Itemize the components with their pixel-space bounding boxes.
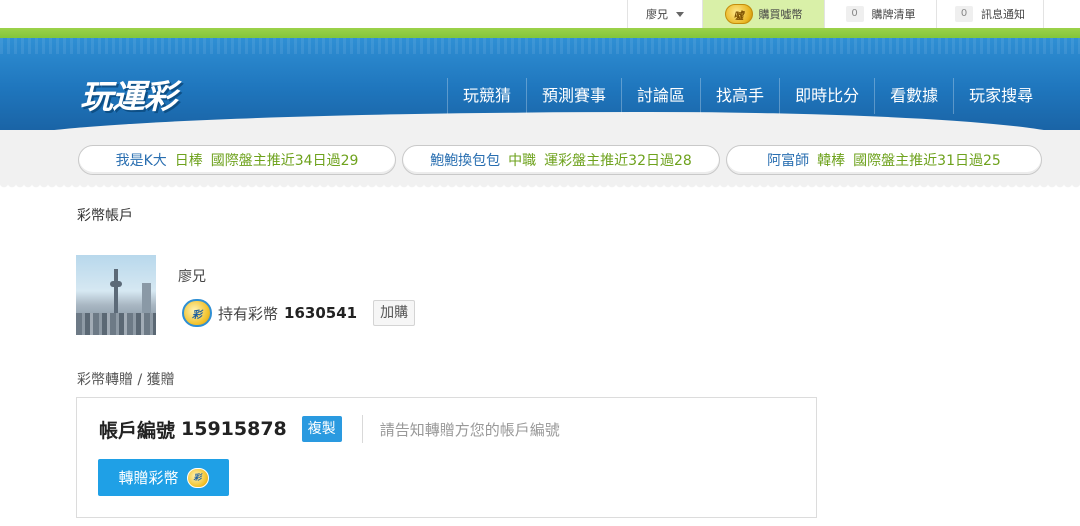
account-username: 廖兄: [178, 269, 206, 285]
divider: [361, 415, 363, 443]
coin-balance-value: 1630541: [284, 304, 358, 322]
notifications-link[interactable]: 0 訊息通知: [936, 0, 1044, 28]
transfer-section-title: 彩幣轉贈 / 獲贈: [77, 372, 175, 388]
buy-coins-link[interactable]: 噓 購買噓幣: [702, 0, 824, 28]
account-section-title: 彩幣帳戶: [77, 208, 133, 224]
nav-stats[interactable]: 看數據: [874, 78, 953, 114]
nav-guess[interactable]: 玩競猜: [447, 78, 526, 114]
ticker-record: 國際盤主推近34日過29: [210, 153, 359, 169]
transfer-coins-label: 轉贈彩幣: [118, 469, 179, 487]
cart-count-badge: 0: [845, 6, 864, 22]
user-name: 廖兄: [646, 8, 668, 21]
buy-coins-label: 購買噓幣: [758, 8, 803, 21]
nav-player-search[interactable]: 玩家搜尋: [953, 78, 1048, 114]
page: 廖兄 噓 購買噓幣 0 購牌清單 0 訊息通知 玩運彩 玩競猜 預測賽事 討論區…: [0, 0, 1080, 526]
copy-button[interactable]: 複製: [301, 416, 342, 442]
ticker-league: 中職: [508, 153, 537, 169]
header-zigzag-edge: [0, 184, 1080, 190]
site-logo[interactable]: 玩運彩: [80, 72, 177, 116]
hiss-coin-icon: 噓: [724, 4, 753, 24]
ticker-player-name: 鮑鮑換包包: [430, 153, 501, 169]
nav-predict[interactable]: 預測賽事: [526, 78, 621, 114]
avatar[interactable]: [76, 255, 156, 335]
nav-live-score[interactable]: 即時比分: [779, 78, 874, 114]
account-number-row: 帳戶編號 15915878 複製 請告知轉贈方您的帳戶編號: [99, 415, 560, 443]
coin-balance-row: 彩 持有彩幣 1630541 加購: [182, 297, 416, 329]
ticker-item[interactable]: 鮑鮑換包包 中職 運彩盤主推近32日過28: [402, 145, 720, 175]
ticker-player-name: 我是K大: [115, 153, 167, 169]
ticker-league: 韓棒: [817, 153, 846, 169]
top-utility-bar: 廖兄 噓 購買噓幣 0 購牌清單 0 訊息通知: [0, 0, 1080, 28]
lottery-coin-icon: 彩: [182, 299, 212, 327]
transfer-hint: 請告知轉贈方您的帳戶編號: [379, 420, 560, 439]
ticker-player-name: 阿富師: [767, 153, 810, 169]
ticker-item[interactable]: 我是K大 日棒 國際盤主推近34日過29: [78, 145, 396, 175]
notifications-label: 訊息通知: [981, 8, 1025, 21]
ticker-record: 運彩盤主推近32日過28: [544, 153, 692, 169]
avatar-building-shape: [142, 283, 151, 315]
coin-balance-label: 持有彩幣: [218, 304, 279, 323]
notification-count-badge: 0: [955, 6, 973, 22]
avatar-city-shape: [76, 313, 156, 335]
cart-label: 購牌清單: [871, 8, 916, 21]
user-menu[interactable]: 廖兄: [627, 0, 702, 28]
nav-experts[interactable]: 找高手: [700, 78, 779, 114]
lottery-coin-icon: 彩: [186, 467, 209, 488]
top-up-button[interactable]: 加購: [373, 300, 416, 326]
ticker-league: 日棒: [174, 153, 203, 169]
transfer-panel: 帳戶編號 15915878 複製 請告知轉贈方您的帳戶編號 轉贈彩幣 彩: [76, 397, 817, 518]
transfer-coins-button[interactable]: 轉贈彩幣 彩: [98, 459, 229, 496]
account-number-value: 15915878: [181, 418, 287, 440]
ticker-item[interactable]: 阿富師 韓棒 國際盤主推近31日過25: [726, 145, 1042, 175]
chevron-down-icon: [676, 11, 684, 17]
ticker-record: 國際盤主推近31日過25: [853, 153, 1001, 169]
account-number-label: 帳戶編號: [99, 419, 176, 442]
cart-link[interactable]: 0 購牌清單: [824, 0, 936, 28]
main-nav: 玩競猜 預測賽事 討論區 找高手 即時比分 看數據 玩家搜尋: [447, 78, 1048, 114]
nav-forum[interactable]: 討論區: [621, 78, 700, 114]
